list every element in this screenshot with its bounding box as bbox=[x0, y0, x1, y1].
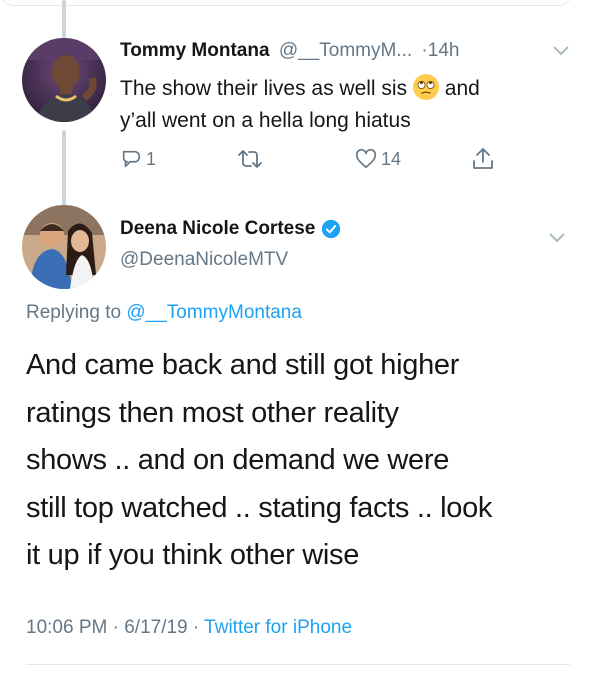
display-name[interactable]: Deena Nicole Cortese bbox=[120, 218, 315, 240]
replying-to: Replying to @__TommyMontana bbox=[26, 302, 302, 324]
reply-button[interactable]: 1 bbox=[120, 148, 156, 170]
handle[interactable]: @__TommyM... bbox=[279, 40, 412, 61]
reply-count: 1 bbox=[146, 148, 157, 169]
replying-to-link[interactable]: @__TommyMontana bbox=[126, 302, 302, 323]
tweet-body-line: ratings then most other reality bbox=[26, 396, 399, 429]
tweet-body: And came back and still got higher ratin… bbox=[26, 342, 586, 580]
tweet-body-line: it up if you think other wise bbox=[26, 539, 360, 571]
avatar[interactable] bbox=[22, 205, 106, 289]
avatar-photo bbox=[22, 205, 106, 289]
tweet-date[interactable]: 6/17/19 bbox=[124, 617, 187, 638]
retweet-button[interactable] bbox=[238, 148, 262, 170]
avatar[interactable] bbox=[22, 38, 106, 122]
tweet-source[interactable]: Twitter for iPhone bbox=[204, 617, 352, 638]
thread-connector bbox=[62, 130, 66, 210]
tweet-body-line: And came back and still got higher bbox=[26, 349, 460, 381]
chevron-down-icon[interactable] bbox=[553, 43, 569, 61]
tweet-time[interactable]: 14h bbox=[428, 40, 460, 61]
tweet-text-part: The show their lives as well sis bbox=[120, 77, 408, 100]
tweet-text-line-1: The show their lives as well sis 🙄 and bbox=[120, 73, 560, 105]
tweet-text-line-2: y’all went on a hella long hiatus bbox=[120, 109, 411, 132]
tweet-header: Deena Nicole Cortese bbox=[120, 218, 341, 240]
previous-tweet-card-edge bbox=[0, 0, 572, 6]
like-count: 14 bbox=[381, 148, 402, 169]
tweet-header: Tommy Montana @__TommyM... ·14h bbox=[120, 40, 459, 62]
retweet-icon bbox=[238, 150, 262, 168]
chevron-down-icon[interactable] bbox=[549, 230, 565, 248]
share-icon bbox=[473, 148, 493, 169]
reply-icon bbox=[122, 150, 141, 168]
separator: · bbox=[192, 617, 200, 638]
tweet-text: The show their lives as well sis 🙄 and y… bbox=[120, 73, 560, 137]
tweet-body-line: still top watched .. stating facts .. lo… bbox=[26, 491, 493, 524]
eye-roll-emoji: 🙄 bbox=[412, 74, 439, 100]
separator: · bbox=[112, 617, 119, 638]
replying-prefix: Replying to bbox=[26, 302, 122, 323]
display-name[interactable]: Tommy Montana bbox=[120, 40, 270, 61]
handle[interactable]: @DeenaNicoleMTV bbox=[120, 249, 288, 271]
avatar-photo bbox=[22, 38, 106, 122]
share-button[interactable] bbox=[472, 148, 494, 170]
heart-icon bbox=[355, 148, 377, 169]
thread-connector-top bbox=[62, 0, 66, 40]
tweet-text-part: and bbox=[438, 77, 480, 100]
tweet-metadata: 10:06 PM · 6/17/19 · Twitter for iPhone bbox=[26, 617, 352, 639]
like-button[interactable]: 14 bbox=[355, 148, 401, 170]
tweet-time[interactable]: 10:06 PM bbox=[26, 617, 107, 638]
tweet-body-line: shows .. and on demand we were bbox=[26, 444, 450, 476]
verified-badge-icon bbox=[321, 219, 341, 239]
divider bbox=[26, 664, 570, 665]
